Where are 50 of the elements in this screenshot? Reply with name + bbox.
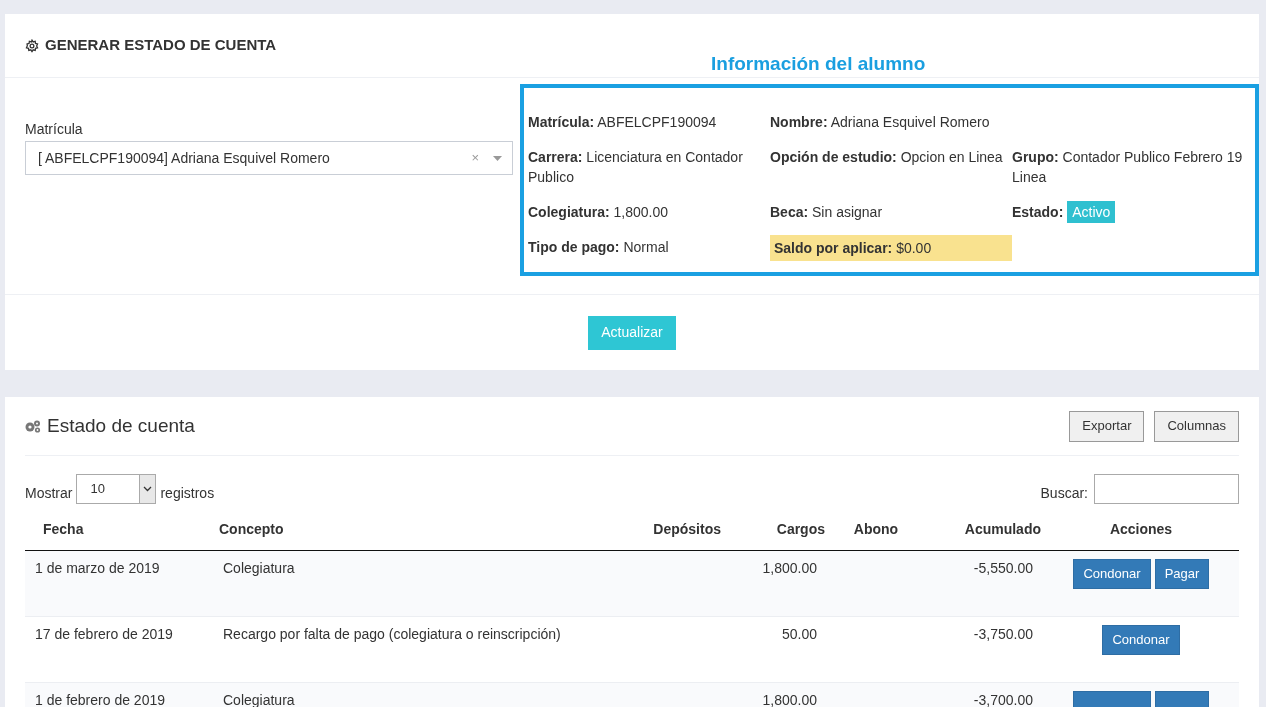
field-label: Mostrar xyxy=(25,484,73,503)
column-header: Concepto xyxy=(219,510,619,550)
status-badge: Activo xyxy=(1067,201,1116,223)
highlighted-field: Saldo por aplicar: $0.00 xyxy=(770,235,1012,261)
table-cell: 50.00 xyxy=(781,625,817,642)
info-field: Tipo de pago: Normal xyxy=(528,237,770,261)
info-field: Colegiatura: 1,800.00 xyxy=(528,202,770,222)
column-header: Acciones xyxy=(1043,510,1239,550)
table-cell: 1 de febrero de 2019 xyxy=(35,691,165,707)
info-field: Beca: Sin asignar xyxy=(770,202,1012,222)
waive-button[interactable]: Condonar xyxy=(1102,624,1180,655)
section-title: GENERAR ESTADO DE CUENTA xyxy=(45,35,277,56)
gear-icon xyxy=(25,38,39,53)
pay-button[interactable]: Pagar xyxy=(1155,558,1209,589)
field-label: Buscar: xyxy=(1040,484,1088,503)
info-field: Grupo: Contador Publico Febrero 19 Linea xyxy=(1012,147,1255,187)
table-cell: 1 de marzo de 2019 xyxy=(35,559,160,576)
info-field: Opción de estudio: Opcion en Linea xyxy=(770,147,1012,187)
field-label: registros xyxy=(160,484,216,503)
table-cell: 1,800.00 xyxy=(762,691,817,707)
field-label: Estado: xyxy=(1012,204,1064,220)
toolbar-button[interactable]: Exportar xyxy=(1069,410,1145,442)
table-cell: Colegiatura xyxy=(223,559,295,576)
info-field: Nombre: Adriana Esquivel Romero xyxy=(770,112,1012,132)
search-field[interactable] xyxy=(1094,474,1239,504)
table-cell: -5,550.00 xyxy=(973,559,1033,576)
page-size-select[interactable]: 10 xyxy=(76,474,157,504)
table-cell: 17 de febrero de 2019 xyxy=(35,625,173,642)
field-label: Matrícula xyxy=(25,120,84,139)
clear-button[interactable]: × xyxy=(471,148,479,168)
info-field: Carrera: Licenciatura en Contador Publico xyxy=(528,147,770,187)
table-cell: 1,800.00 xyxy=(762,559,817,576)
table-cell: -3,750.00 xyxy=(973,625,1033,642)
column-header: Abono xyxy=(829,510,923,550)
table-cell: -3,700.00 xyxy=(973,691,1033,707)
column-header: Fecha xyxy=(25,510,219,550)
chevron-down-icon xyxy=(143,486,153,492)
table-cell: Colegiatura xyxy=(223,691,295,707)
table-cell: Recargo por falta de pago (colegiatura o reinscripción) xyxy=(223,625,561,642)
section-title: Estado de cuenta xyxy=(47,413,196,438)
column-header: Cargos xyxy=(733,510,829,550)
column-header: Acumulado xyxy=(923,510,1043,550)
info-heading: Información del alumno xyxy=(711,52,926,76)
info-field: Matrícula: ABFELCPF190094 xyxy=(528,112,770,132)
gears-icon xyxy=(25,419,41,433)
matricula-select[interactable]: [ ABFELCPF190094] Adriana Esquivel Romero × xyxy=(25,141,513,175)
waive-button[interactable]: Condonar xyxy=(1073,558,1151,589)
column-header: Depósitos xyxy=(619,510,733,550)
caret-icon xyxy=(493,155,502,161)
toolbar-button[interactable]: Columnas xyxy=(1154,410,1239,442)
